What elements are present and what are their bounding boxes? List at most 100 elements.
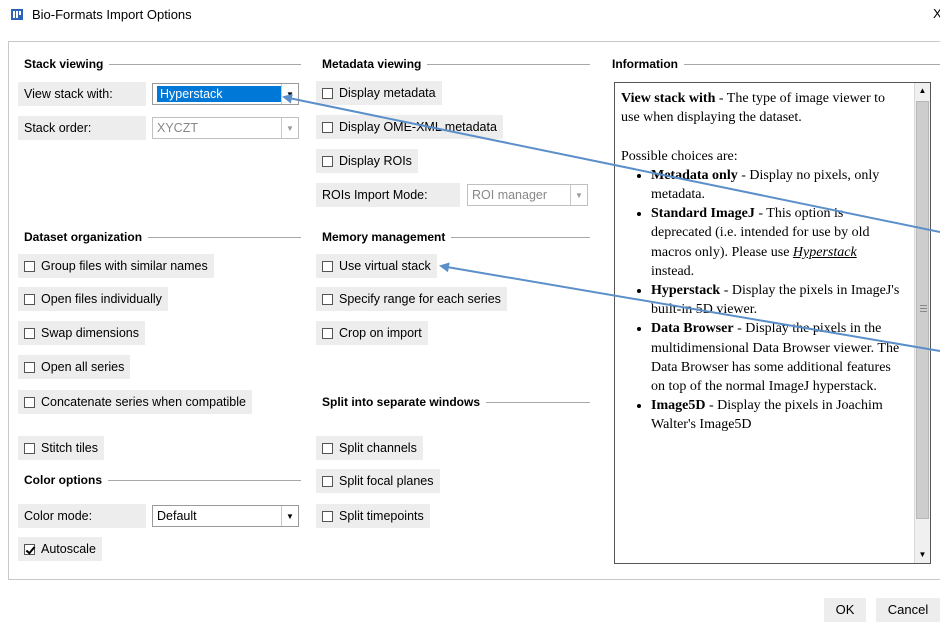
display-metadata-label: Display metadata — [339, 86, 436, 100]
display-rois-checkbox[interactable]: Display ROIs — [316, 149, 418, 173]
stitch-tiles-checkbox[interactable]: Stitch tiles — [18, 436, 104, 460]
checkbox-icon[interactable] — [322, 260, 333, 272]
concatenate-label: Concatenate series when compatible — [41, 395, 246, 409]
view-stack-label: View stack with: — [18, 82, 146, 106]
checkbox-icon[interactable] — [322, 510, 333, 522]
chevron-down-icon[interactable]: ▼ — [281, 84, 298, 104]
cancel-button[interactable]: Cancel — [876, 598, 940, 622]
swap-dimensions-checkbox[interactable]: Swap dimensions — [18, 321, 145, 345]
checkbox-icon[interactable] — [322, 155, 333, 167]
info-heading: View stack with — [621, 91, 716, 106]
chevron-down-icon[interactable]: ▼ — [570, 185, 587, 205]
dataset-organization-title: Dataset organization — [24, 230, 149, 244]
color-options-title: Color options — [24, 473, 108, 487]
use-virtual-stack-label: Use virtual stack — [339, 259, 431, 273]
scroll-up-icon[interactable]: ▲ — [915, 83, 930, 99]
checkbox-icon[interactable] — [322, 121, 333, 133]
stack-order-value: XYCZT — [157, 121, 198, 135]
checkbox-icon[interactable] — [322, 442, 333, 454]
information-panel[interactable]: View stack with - The type of image view… — [614, 82, 931, 564]
scrollbar-thumb[interactable] — [916, 101, 929, 519]
checkbox-icon[interactable] — [322, 327, 333, 339]
choice-name: Image5D — [651, 398, 706, 414]
rois-mode-label: ROIs Import Mode: — [316, 183, 460, 207]
color-mode-value: Default — [157, 509, 197, 523]
split-channels-label: Split channels — [339, 441, 417, 455]
information-text: View stack with - The type of image view… — [621, 89, 903, 435]
checkbox-icon[interactable] — [24, 442, 35, 454]
choices-intro: Possible choices are: — [621, 148, 738, 164]
title-bar: Bio-Formats Import Options X — [0, 0, 940, 34]
view-stack-dropdown[interactable]: Hyperstack ▼ — [152, 83, 299, 105]
color-mode-dropdown[interactable]: Default ▼ — [152, 505, 299, 527]
specify-range-label: Specify range for each series — [339, 292, 501, 306]
display-metadata-checkbox[interactable]: Display metadata — [316, 81, 442, 105]
checkbox-icon[interactable] — [322, 87, 333, 99]
display-ome-xml-label: Display OME-XML metadata — [339, 120, 497, 134]
choice-desc: instead. — [651, 263, 695, 279]
close-icon[interactable]: X — [933, 6, 940, 21]
list-item: Standard ImageJ - This option is depreca… — [651, 204, 903, 281]
hyperstack-link[interactable]: Hyperstack — [793, 245, 857, 260]
swap-dimensions-label: Swap dimensions — [41, 326, 139, 340]
chevron-down-icon[interactable]: ▼ — [281, 118, 298, 138]
chevron-down-icon[interactable]: ▼ — [281, 506, 298, 526]
list-item: Metadata only - Display no pixels, only … — [651, 166, 903, 204]
ok-button[interactable]: OK — [824, 598, 866, 622]
stack-viewing-title: Stack viewing — [24, 57, 110, 71]
split-windows-title: Split into separate windows — [322, 395, 487, 409]
display-rois-label: Display ROIs — [339, 154, 412, 168]
open-all-series-checkbox[interactable]: Open all series — [18, 355, 131, 379]
window-title: Bio-Formats Import Options — [32, 7, 192, 22]
memory-management-title: Memory management — [322, 230, 452, 244]
split-focal-planes-checkbox[interactable]: Split focal planes — [316, 469, 440, 493]
split-channels-checkbox[interactable]: Split channels — [316, 436, 423, 460]
autoscale-checkbox[interactable]: Autoscale — [18, 537, 102, 561]
use-virtual-stack-checkbox[interactable]: Use virtual stack — [316, 254, 437, 278]
group-files-checkbox[interactable]: Group files with similar names — [18, 254, 214, 278]
checkbox-icon[interactable] — [24, 327, 35, 339]
split-focal-planes-label: Split focal planes — [339, 474, 434, 488]
information-title: Information — [612, 57, 684, 71]
checkbox-icon[interactable] — [322, 293, 333, 305]
group-files-label: Group files with similar names — [41, 259, 208, 273]
stitch-tiles-label: Stitch tiles — [41, 441, 98, 455]
list-item: Hyperstack - Display the pixels in Image… — [651, 281, 903, 319]
view-stack-value: Hyperstack — [160, 87, 223, 101]
rois-mode-dropdown[interactable]: ROI manager ▼ — [467, 184, 588, 206]
color-mode-label: Color mode: — [18, 504, 146, 528]
crop-on-import-checkbox[interactable]: Crop on import — [316, 321, 428, 345]
choice-name: Data Browser — [651, 321, 734, 337]
rois-mode-value: ROI manager — [472, 188, 548, 202]
choice-name: Standard ImageJ — [651, 206, 755, 222]
choice-name: Hyperstack — [651, 283, 721, 299]
split-timepoints-label: Split timepoints — [339, 509, 424, 523]
checkbox-icon[interactable] — [24, 260, 35, 272]
checkbox-icon[interactable] — [24, 361, 35, 373]
grip-line — [920, 305, 927, 306]
stack-order-dropdown[interactable]: XYCZT ▼ — [152, 117, 299, 139]
list-item: Image5D - Display the pixels in Joachim … — [651, 396, 903, 434]
checkbox-icon[interactable] — [24, 293, 35, 305]
checkbox-icon[interactable] — [24, 396, 35, 408]
metadata-viewing-title: Metadata viewing — [322, 57, 428, 71]
fiji-app-icon — [11, 8, 23, 20]
split-timepoints-checkbox[interactable]: Split timepoints — [316, 504, 430, 528]
open-individually-label: Open files individually — [41, 292, 162, 306]
specify-range-checkbox[interactable]: Specify range for each series — [316, 287, 507, 311]
autoscale-label: Autoscale — [41, 542, 96, 556]
checkbox-checked-icon[interactable] — [24, 543, 35, 555]
info-scrollbar[interactable]: ▲ ▼ — [914, 83, 930, 563]
scroll-down-icon[interactable]: ▼ — [915, 547, 930, 563]
crop-on-import-label: Crop on import — [339, 326, 422, 340]
grip-line — [920, 311, 927, 312]
choices-list: Metadata only - Display no pixels, only … — [621, 166, 903, 435]
grip-line — [920, 308, 927, 309]
open-all-series-label: Open all series — [41, 360, 125, 374]
open-individually-checkbox[interactable]: Open files individually — [18, 287, 168, 311]
stack-order-label: Stack order: — [18, 116, 146, 140]
checkbox-icon[interactable] — [322, 475, 333, 487]
concatenate-checkbox[interactable]: Concatenate series when compatible — [18, 390, 252, 414]
list-item: Data Browser - Display the pixels in the… — [651, 319, 903, 396]
display-ome-xml-checkbox[interactable]: Display OME-XML metadata — [316, 115, 503, 139]
